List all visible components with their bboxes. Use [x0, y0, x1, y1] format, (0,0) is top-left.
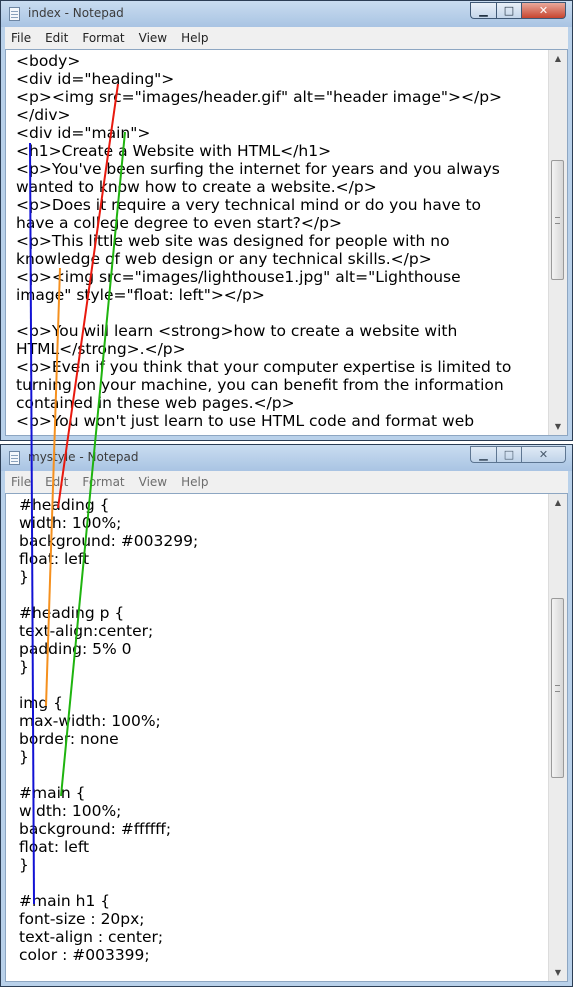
menu-format[interactable]: Format	[82, 31, 124, 45]
code-line: width: 100%;	[19, 802, 122, 820]
code-line: wanted to know how to create a website.<…	[16, 178, 377, 196]
code-line: }	[19, 856, 29, 874]
notepad-icon	[9, 7, 20, 21]
window-controls: ▁ □ ✕	[470, 2, 566, 20]
code-line: <p><img src="images/header.gif" alt="hea…	[16, 88, 503, 106]
vertical-scrollbar[interactable]: ▲ ▼	[548, 494, 567, 981]
menu-edit[interactable]: Edit	[45, 475, 68, 489]
maximize-icon: □	[503, 4, 515, 17]
code-line: }	[19, 748, 29, 766]
menu-view[interactable]: View	[139, 31, 167, 45]
scroll-up-arrow-icon[interactable]: ▲	[549, 50, 567, 67]
title-bar[interactable]: mystyle - Notepad ▁ □ ✕	[1, 445, 572, 471]
minimize-icon: ▁	[479, 4, 488, 17]
text-editor[interactable]: #heading { width: 100%; background: #003…	[5, 493, 568, 982]
code-line: HTML</strong>.</p>	[16, 340, 186, 358]
code-line: <div id="heading">	[16, 70, 175, 88]
code-line: contained in these web pages.</p>	[16, 394, 295, 412]
code-line: text-align : center;	[19, 928, 164, 946]
maximize-button[interactable]: □	[496, 2, 522, 19]
text-editor[interactable]: <body> <div id="heading"> <p><img src="i…	[5, 49, 568, 436]
vertical-scrollbar[interactable]: ▲ ▼	[548, 50, 567, 435]
minimize-button[interactable]: ▁	[470, 2, 496, 19]
code-line: #heading {	[19, 496, 110, 514]
code-line: <p>This little web site was designed for…	[16, 232, 450, 250]
menu-bar: File Edit Format View Help	[5, 471, 568, 493]
code-line: knowledge of web design or any technical…	[16, 250, 432, 268]
code-line: turning on your machine, you can benefit…	[16, 376, 504, 394]
code-line: #heading p {	[19, 604, 125, 622]
code-line: <p>You've been surfing the internet for …	[16, 160, 500, 178]
code-line: <p>Does it require a very technical mind…	[16, 196, 482, 214]
minimize-button[interactable]: ▁	[470, 446, 496, 463]
scroll-thumb[interactable]	[551, 598, 564, 778]
code-line: text-align:center;	[19, 622, 154, 640]
window-controls: ▁ □ ✕	[470, 446, 566, 464]
code-line: </div>	[16, 106, 71, 124]
window-title: mystyle - Notepad	[28, 450, 139, 464]
code-line: image" style="float: left"></p>	[16, 286, 265, 304]
text-area[interactable]: <body> <div id="heading"> <p><img src="i…	[6, 50, 548, 435]
menu-file[interactable]: File	[11, 475, 31, 489]
menu-format[interactable]: Format	[82, 475, 124, 489]
code-line: <h1>Create a Website with HTML</h1>	[16, 142, 332, 160]
code-line: <div id="main">	[16, 124, 151, 142]
code-line: }	[19, 568, 29, 586]
scroll-up-arrow-icon[interactable]: ▲	[549, 494, 567, 511]
code-line: }	[19, 658, 29, 676]
notepad-window-index[interactable]: index - Notepad ▁ □ ✕ File Edit Format V…	[0, 0, 573, 441]
code-line: <p>You will learn <strong>how to create …	[16, 322, 458, 340]
code-line: float: left	[19, 838, 90, 856]
menu-help[interactable]: Help	[181, 31, 208, 45]
close-icon: ✕	[538, 448, 549, 461]
code-line: <p><img src="images/lighthouse1.jpg" alt…	[16, 268, 461, 286]
notepad-window-mystyle[interactable]: mystyle - Notepad ▁ □ ✕ File Edit Format…	[0, 444, 573, 987]
scroll-down-arrow-icon[interactable]: ▼	[549, 964, 567, 981]
title-bar[interactable]: index - Notepad ▁ □ ✕	[1, 1, 572, 27]
code-line: <body>	[16, 52, 81, 70]
code-line: font-size : 20px;	[19, 910, 145, 928]
code-line: <p>Even if you think that your computer …	[16, 358, 512, 376]
code-line: have a college degree to even start?</p>	[16, 214, 342, 232]
code-line: #main h1 {	[19, 892, 111, 910]
maximize-button[interactable]: □	[496, 446, 522, 463]
close-button[interactable]: ✕	[522, 446, 566, 463]
close-button[interactable]: ✕	[522, 2, 566, 19]
code-line: max-width: 100%;	[19, 712, 161, 730]
code-line: width: 100%;	[19, 514, 122, 532]
close-icon: ✕	[538, 4, 549, 17]
text-area[interactable]: #heading { width: 100%; background: #003…	[6, 494, 548, 981]
maximize-icon: □	[503, 448, 515, 461]
notepad-icon	[9, 451, 20, 465]
scroll-down-arrow-icon[interactable]: ▼	[549, 418, 567, 435]
code-line: float: left	[19, 550, 90, 568]
window-title: index - Notepad	[28, 6, 124, 20]
menu-edit[interactable]: Edit	[45, 31, 68, 45]
menu-view[interactable]: View	[139, 475, 167, 489]
menu-help[interactable]: Help	[181, 475, 208, 489]
code-line: padding: 5% 0	[19, 640, 132, 658]
menu-bar: File Edit Format View Help	[5, 27, 568, 49]
scroll-thumb[interactable]	[551, 160, 564, 280]
code-line: background: #ffffff;	[19, 820, 172, 838]
code-line: color : #003399;	[19, 946, 150, 964]
code-line: border: none	[19, 730, 119, 748]
code-line: #main {	[19, 784, 86, 802]
code-line: <p>You won't just learn to use HTML code…	[16, 412, 475, 430]
menu-file[interactable]: File	[11, 31, 31, 45]
code-line: background: #003299;	[19, 532, 199, 550]
minimize-icon: ▁	[479, 448, 488, 461]
code-line: img {	[19, 694, 64, 712]
